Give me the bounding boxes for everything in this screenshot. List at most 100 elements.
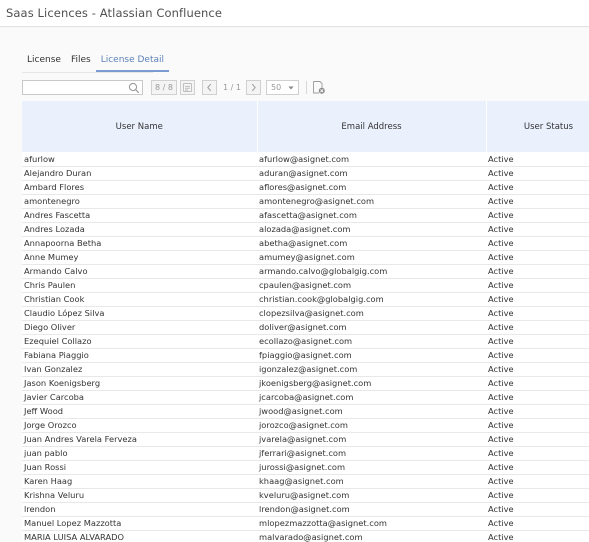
table-row[interactable]: Fabiana Piaggio fpiaggio@asignet.com Activ… — [22, 348, 589, 363]
cell-email-address: afascetta@asignet.com — [257, 208, 486, 223]
grid-toolbar: 8 / 8 1 / 1 50 — [22, 80, 332, 96]
column-header-user-status[interactable]: User Status — [486, 101, 589, 152]
table-row[interactable]: Annapoorna Betha abetha@asignet.com Active — [22, 236, 589, 251]
table-row[interactable]: Krishna Veluru kveluru@asignet.com Active — [22, 488, 589, 503]
cell-user-name: Jeff Wood — [22, 404, 257, 419]
cell-user-status: Active — [486, 236, 589, 251]
clear-filter-icon — [313, 81, 325, 94]
cell-email-address: alozada@asignet.com — [257, 222, 486, 237]
table-row[interactable]: Ivan Gonzalez igonzalez@asignet.com Active — [22, 362, 589, 377]
cell-user-name: Karen Haag — [22, 474, 257, 489]
export-icon — [183, 83, 192, 92]
table-row[interactable]: Jeff Wood jwood@asignet.com Active — [22, 404, 589, 419]
main-content: License Files License Detail 8 / 8 1 / 1… — [0, 28, 589, 542]
table-row[interactable]: MARIA LUISA ALVARADO malvarado@asignet.co… — [22, 530, 589, 542]
cell-user-name: Juan Andres Varela Ferveza — [22, 432, 257, 447]
cell-email-address: jurossi@asignet.com — [257, 460, 486, 475]
license-detail-grid: User Name Email Address User Status afur… — [22, 101, 589, 542]
cell-email-address: khaag@asignet.com — [257, 474, 486, 489]
table-row[interactable]: Ezequiel Collazo ecollazo@asignet.com Acti… — [22, 334, 589, 349]
license-table: User Name Email Address User Status afur… — [22, 101, 589, 542]
record-count: 8 / 8 — [151, 80, 177, 95]
cell-user-status: Active — [486, 362, 589, 377]
export-button[interactable] — [180, 80, 195, 95]
cell-email-address: jvarela@asignet.com — [257, 432, 486, 447]
cell-user-status: Active — [486, 488, 589, 503]
cell-user-status: Active — [486, 418, 589, 433]
table-row[interactable]: Andres Fascetta afascetta@asignet.com Acti… — [22, 208, 589, 223]
table-row[interactable]: Anne Mumey amumey@asignet.com Active — [22, 250, 589, 265]
cell-user-name: Fabiana Piaggio — [22, 348, 257, 363]
page-size-select[interactable]: 50 — [266, 80, 299, 95]
table-row[interactable]: juan pablo jferrari@asignet.com Active — [22, 446, 589, 461]
table-row[interactable]: Armando Calvo armando.calvo@globalgig.com… — [22, 264, 589, 279]
cell-user-status: Active — [486, 264, 589, 279]
tab-divider — [22, 72, 153, 73]
table-row[interactable]: Ambard Flores aflores@asignet.com Active — [22, 180, 589, 195]
cell-user-status: Active — [486, 474, 589, 489]
cell-user-status: Active — [486, 348, 589, 363]
table-row[interactable]: Chris Paulen cpaulen@asignet.com Active — [22, 278, 589, 293]
cell-user-name: Ezequiel Collazo — [22, 334, 257, 349]
cell-user-name: Ivan Gonzalez — [22, 362, 257, 377]
table-row[interactable]: Diego Oliver doliver@asignet.com Active — [22, 320, 589, 335]
search-input[interactable] — [22, 80, 143, 95]
cell-email-address: cpaulen@asignet.com — [257, 278, 486, 293]
cell-user-status: Active — [486, 278, 589, 293]
table-row[interactable]: afurlow afurlow@asignet.com Active — [22, 152, 589, 167]
column-header-user-name[interactable]: User Name — [22, 101, 258, 152]
cell-user-status: Active — [486, 446, 589, 461]
chevron-down-icon — [288, 86, 294, 90]
table-row[interactable]: Jason Koenigsberg jkoenigsberg@asignet.co… — [22, 376, 589, 391]
cell-email-address: christian.cook@globalgig.com — [257, 292, 486, 307]
search-icon[interactable] — [128, 82, 140, 94]
cell-email-address: aflores@asignet.com — [257, 180, 486, 195]
next-page-icon — [251, 83, 256, 92]
tab-files[interactable]: Files — [66, 50, 96, 72]
cell-user-name: Juan Rossi — [22, 460, 257, 475]
clear-filter-button[interactable] — [311, 80, 326, 95]
tab-license[interactable]: License — [22, 50, 66, 72]
cell-email-address: fpiaggio@asignet.com — [257, 348, 486, 363]
tab-license-detail[interactable]: License Detail — [95, 50, 169, 72]
cell-user-name: Anne Mumey — [22, 250, 257, 265]
cell-user-name: Christian Cook — [22, 292, 257, 307]
cell-user-name: Armando Calvo — [22, 264, 257, 279]
cell-email-address: jferrari@asignet.com — [257, 446, 486, 461]
table-row[interactable]: Christian Cook christian.cook@globalgig.c… — [22, 292, 589, 307]
cell-user-name: Claudio López Silva — [22, 306, 257, 321]
prev-page-button[interactable] — [202, 80, 217, 95]
prev-page-icon — [207, 83, 212, 92]
cell-user-status: Active — [486, 292, 589, 307]
next-page-button[interactable] — [246, 80, 261, 95]
table-row[interactable]: Juan Rossi jurossi@asignet.com Active — [22, 460, 589, 475]
cell-email-address: armando.calvo@globalgig.com — [257, 264, 486, 279]
cell-email-address: mlopezmazzotta@asignet.com — [257, 516, 486, 531]
cell-user-name: Diego Oliver — [22, 320, 257, 335]
cell-user-name: Annapoorna Betha — [22, 236, 257, 251]
cell-user-status: Active — [486, 432, 589, 447]
table-row[interactable]: lrendon lrendon@asignet.com Active — [22, 502, 589, 517]
table-row[interactable]: Karen Haag khaag@asignet.com Active — [22, 474, 589, 489]
cell-email-address: jwood@asignet.com — [257, 404, 486, 419]
cell-email-address: doliver@asignet.com — [257, 320, 486, 335]
table-row[interactable]: amontenegro amontenegro@asignet.com Active — [22, 194, 589, 209]
table-row[interactable]: Juan Andres Varela Ferveza jvarela@asigne… — [22, 432, 589, 447]
table-row[interactable]: Manuel Lopez Mazzotta mlopezmazzotta@asig… — [22, 516, 589, 531]
table-row[interactable]: Jorge Orozco jorozco@asignet.com Active — [22, 418, 589, 433]
cell-user-status: Active — [486, 250, 589, 265]
table-row[interactable]: Javier Carcoba jcarcoba@asignet.com Active — [22, 390, 589, 405]
cell-user-status: Active — [486, 404, 589, 419]
cell-email-address: abetha@asignet.com — [257, 236, 486, 251]
table-body: afurlow afurlow@asignet.com Active Alejandr… — [22, 152, 589, 542]
column-header-email-address[interactable]: Email Address — [257, 101, 487, 152]
table-row[interactable]: Alejandro Duran aduran@asignet.com Active — [22, 166, 589, 181]
table-row[interactable]: Andres Lozada alozada@asignet.com Active — [22, 222, 589, 237]
cell-user-status: Active — [486, 208, 589, 223]
cell-email-address: aduran@asignet.com — [257, 166, 486, 181]
table-row[interactable]: Claudio López Silva clopezsilva@asignet.c… — [22, 306, 589, 321]
cell-user-name: Krishna Veluru — [22, 488, 257, 503]
cell-user-status: Active — [486, 516, 589, 531]
cell-user-name: Alejandro Duran — [22, 166, 257, 181]
cell-user-name: amontenegro — [22, 194, 257, 209]
